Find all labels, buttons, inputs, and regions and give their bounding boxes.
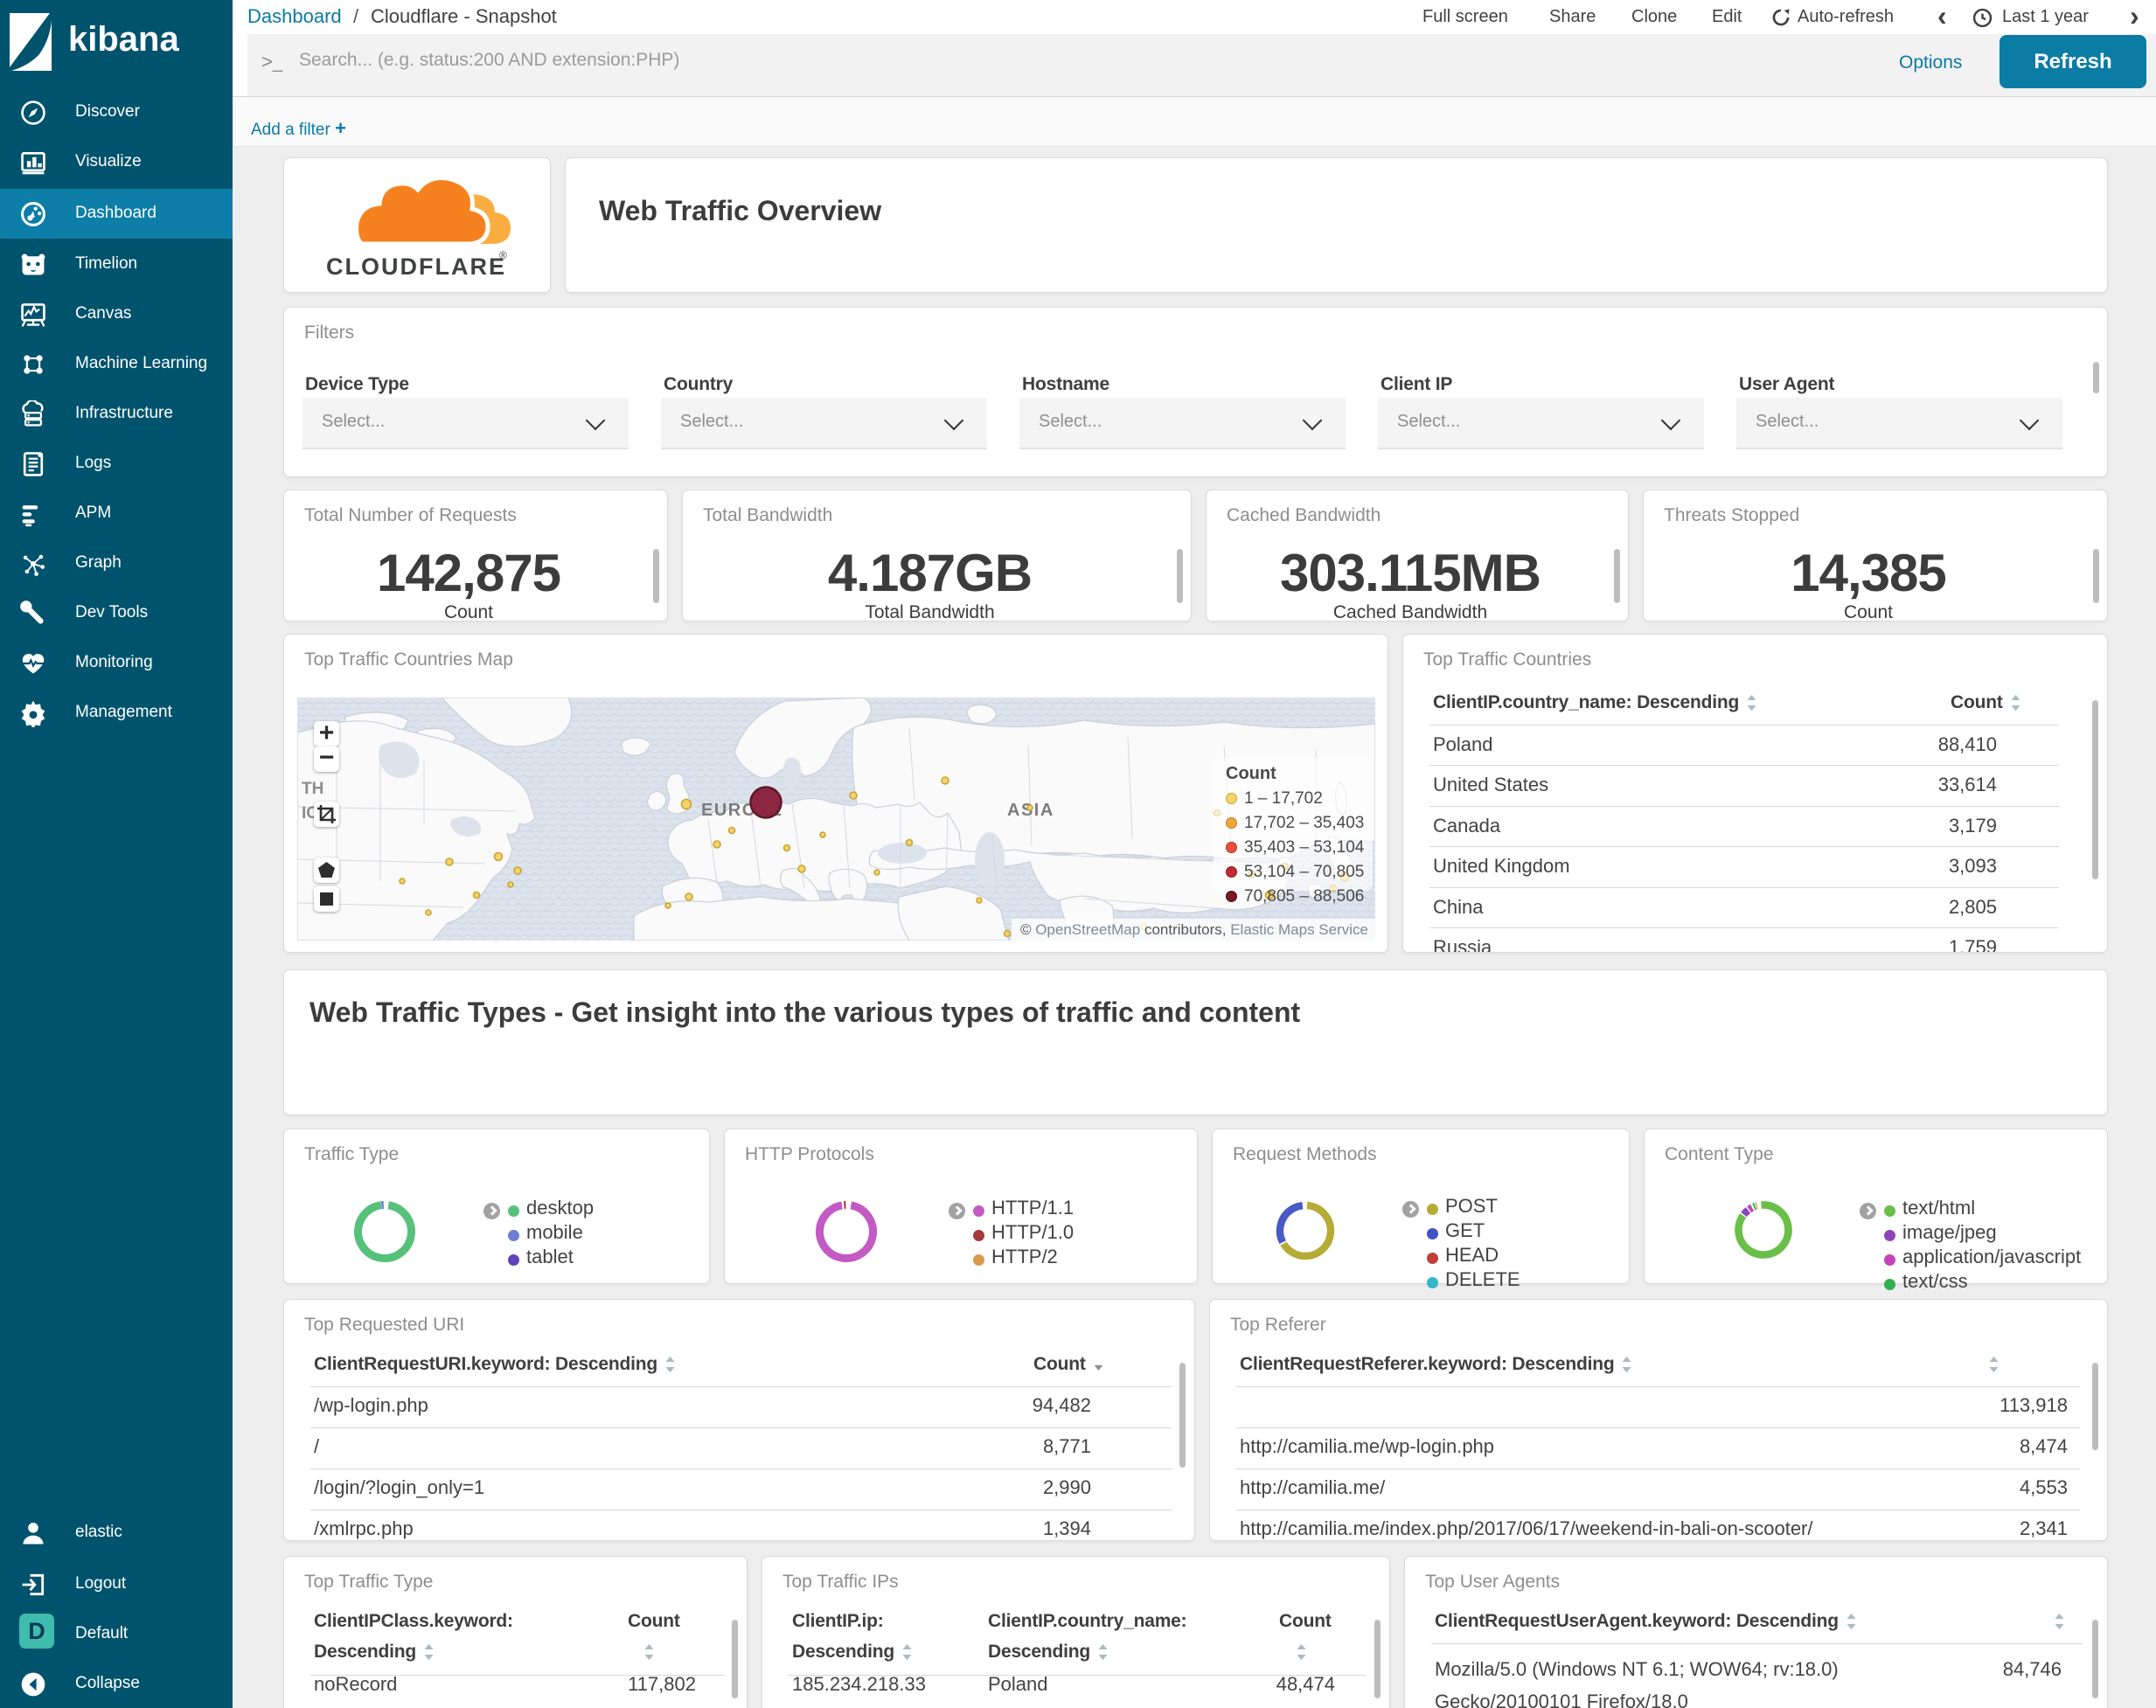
svg-text:®: ® bbox=[499, 249, 507, 261]
svg-text:CLOUDFLARE: CLOUDFLARE bbox=[326, 253, 506, 280]
svg-text:TH: TH bbox=[302, 780, 323, 798]
